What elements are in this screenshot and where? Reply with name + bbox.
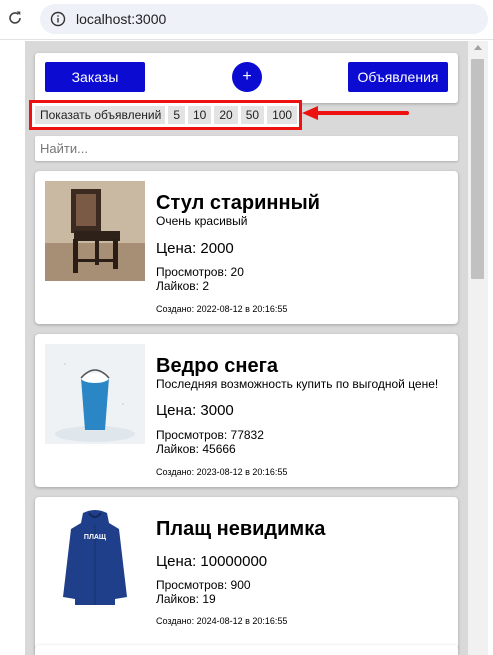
ads-button[interactable]: Объявления — [348, 62, 448, 92]
show-count-selector: Показать объявлений 5 10 20 50 100 — [29, 100, 302, 130]
count-option-50[interactable]: 50 — [240, 106, 265, 124]
address-bar[interactable]: localhost:3000 — [40, 4, 488, 34]
search-input[interactable] — [35, 136, 458, 161]
listing-created: Создано: 2024-08-12 в 20:16:55 — [156, 616, 288, 626]
listing-created: Создано: 2022-08-12 в 20:16:55 — [156, 304, 288, 314]
reload-icon[interactable] — [6, 9, 24, 27]
listing-image: ПЛАЩ — [45, 507, 145, 607]
info-icon[interactable] — [50, 11, 66, 27]
bucket-image-icon — [45, 344, 145, 444]
listing-card[interactable]: Ведро снега Последняя возможность купить… — [35, 334, 458, 487]
listing-image — [45, 181, 145, 281]
chair-image-icon — [45, 181, 145, 281]
listing-price: Цена: 10000000 — [156, 553, 268, 570]
scrollbar[interactable] — [468, 41, 488, 655]
listing-card-partial[interactable] — [35, 645, 458, 655]
listing-likes: Лайков: 45666 — [156, 442, 236, 456]
count-option-5[interactable]: 5 — [168, 106, 185, 124]
listing-title[interactable]: Плащ невидимка — [156, 518, 325, 541]
url-text: localhost:3000 — [76, 11, 167, 27]
scroll-up-arrow-icon[interactable] — [474, 45, 482, 50]
count-option-20[interactable]: 20 — [214, 106, 238, 124]
listing-views: Просмотров: 20 — [156, 265, 244, 279]
listing-views: Просмотров: 77832 — [156, 428, 264, 442]
page-viewport: Заказы + Объявления Показать объявлений … — [0, 41, 493, 655]
listing-created: Создано: 2023-08-12 в 20:16:55 — [156, 467, 288, 477]
raincoat-image-icon: ПЛАЩ — [45, 507, 145, 607]
orders-button[interactable]: Заказы — [45, 62, 145, 92]
listing-description: Очень красивый — [156, 214, 248, 228]
browser-toolbar: localhost:3000 — [0, 0, 493, 40]
listing-card[interactable]: Стул старинный Очень красивый Цена: 2000… — [35, 171, 458, 324]
count-option-10[interactable]: 10 — [188, 106, 212, 124]
show-count-label: Показать объявлений — [35, 106, 166, 124]
listing-views: Просмотров: 900 — [156, 578, 251, 592]
listing-card[interactable]: ПЛАЩ Плащ невидимка Цена: 10000000 Просм… — [35, 497, 458, 650]
listing-likes: Лайков: 2 — [156, 279, 210, 293]
listing-price: Цена: 2000 — [156, 240, 234, 257]
listing-image — [45, 344, 145, 444]
scrollbar-thumb[interactable] — [471, 59, 484, 279]
raincoat-print: ПЛАЩ — [84, 534, 107, 541]
listing-description: Последняя возможность купить по выгодной… — [156, 377, 439, 391]
listing-title[interactable]: Ведро снега — [156, 355, 278, 378]
listing-price: Цена: 3000 — [156, 402, 234, 419]
listing-likes: Лайков: 19 — [156, 592, 216, 606]
annotation-arrow-icon — [302, 106, 409, 120]
count-option-100[interactable]: 100 — [267, 106, 298, 124]
listing-title[interactable]: Стул старинный — [156, 192, 320, 215]
header-card: Заказы + Объявления — [35, 53, 458, 103]
add-button[interactable]: + — [232, 62, 262, 92]
